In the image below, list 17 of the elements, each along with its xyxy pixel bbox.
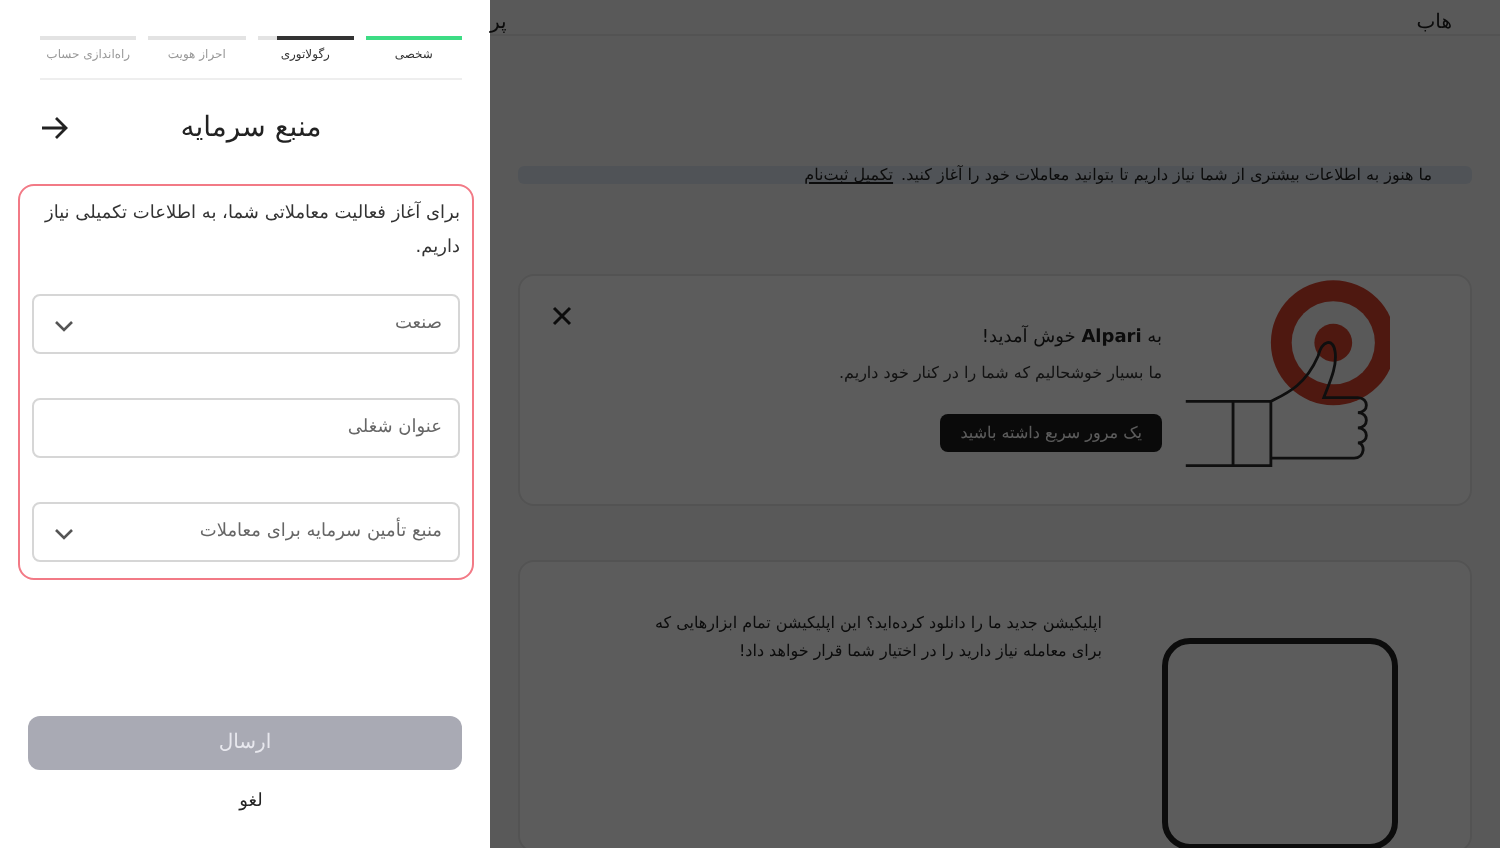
close-icon[interactable] xyxy=(552,306,572,326)
chevron-down-icon xyxy=(54,528,74,540)
welcome-text: ما بسیار خوشحالیم که شما را در کنار خود داریم. xyxy=(838,364,1162,382)
chevron-down-icon xyxy=(54,320,74,332)
nav-item[interactable]: پر xyxy=(490,12,507,34)
banner-text: ما هنوز به اطلاعات بیشتری از شما نیاز داریم تا بتوانید معاملات خود را آغاز کنید. xyxy=(901,166,1432,184)
dropdown-field[interactable]: منبع تأمین سرمایه برای معاملات xyxy=(32,502,460,562)
nav-item[interactable]: هاب xyxy=(1416,12,1452,34)
complete-registration-link[interactable]: تکمیل ثبت‌نام xyxy=(804,166,894,184)
app-description: اپلیکیشن جدید ما را دانلود کرده‌اید؟ این اپلیکیشن تمام ابزارهایی که برای معامله نیاز دارید را در اختیار شما قرار خواهد داد! xyxy=(652,612,1102,664)
cancel-link[interactable]: لغو xyxy=(239,792,263,812)
input-field[interactable]: عنوان شغلی xyxy=(32,398,460,458)
back-arrow-icon[interactable] xyxy=(40,116,68,140)
dropdown-field[interactable]: صنعت xyxy=(32,294,460,354)
form-description: برای آغاز فعالیت معاملاتی شما، به اطلاعات تکمیلی نیاز داریم. xyxy=(42,199,460,262)
quick-tour-button[interactable]: یک مرور سریع داشته باشید xyxy=(940,414,1162,452)
form-title: منبع سرمایه xyxy=(180,112,322,144)
